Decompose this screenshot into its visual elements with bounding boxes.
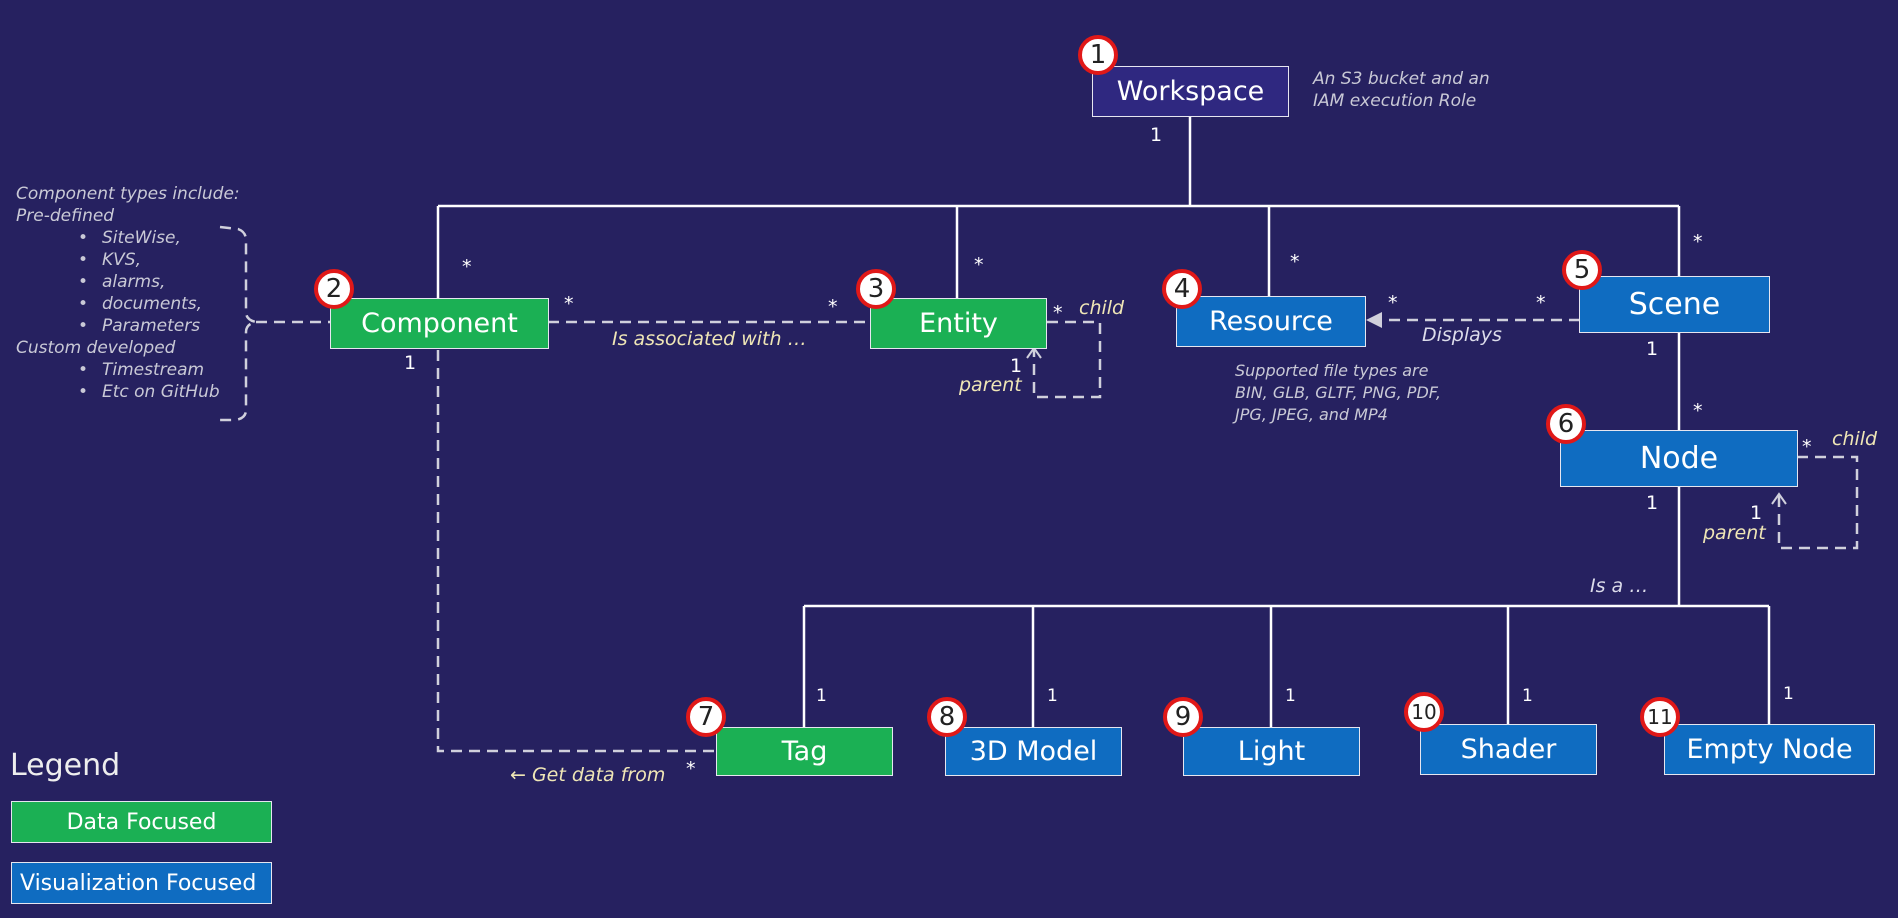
workspace-note-line: IAM execution Role: [1313, 91, 1477, 111]
node-parent-label: parent: [1703, 522, 1766, 544]
scene-box: Scene: [1579, 276, 1770, 333]
mult-shader-top: 1: [1522, 686, 1533, 706]
custom-heading: Custom developed: [16, 338, 176, 358]
legend-visualization-focused-label: Visualization Focused: [20, 870, 257, 896]
predefined-item: SiteWise,: [78, 227, 240, 249]
component-number-badge: 2: [314, 269, 354, 309]
mult-node-child: *: [1802, 436, 1812, 458]
displays-arrowhead: [1366, 312, 1382, 328]
shader-label: Shader: [1460, 734, 1557, 765]
resource-number-badge: 4: [1162, 269, 1202, 309]
light-number-badge: 9: [1163, 697, 1203, 737]
custom-item: Etc on GitHub: [78, 381, 240, 403]
displays-label: Displays: [1422, 324, 1502, 346]
workspace-note-line: An S3 bucket and an: [1313, 69, 1490, 89]
scene-number-badge: 5: [1562, 250, 1602, 290]
mult-component-top: *: [462, 256, 472, 278]
legend-data-focused-label: Data Focused: [66, 809, 217, 835]
mult-component-bottom: 1: [404, 352, 417, 374]
workspace-number-badge: 1: [1078, 35, 1118, 75]
predefined-item: documents,: [78, 293, 240, 315]
empty-node-label: Empty Node: [1686, 734, 1853, 765]
node-box: Node: [1560, 430, 1798, 487]
entity-label: Entity: [919, 308, 998, 339]
empty-node-number-badge: 11: [1640, 697, 1680, 737]
mult-entity-child: *: [1053, 302, 1063, 324]
custom-item: Timestream: [78, 359, 240, 381]
3d-model-number-badge: 8: [927, 697, 967, 737]
predefined-heading: Pre-defined: [16, 206, 115, 226]
tag-number-badge: 7: [686, 697, 726, 737]
entity-child-label: child: [1079, 297, 1125, 319]
mult-3d-model-top: 1: [1047, 686, 1058, 706]
legend-data-focused: Data Focused: [11, 801, 272, 843]
shader-number-badge: 10: [1404, 692, 1444, 732]
shader-box: Shader: [1420, 724, 1597, 775]
workspace-box: Workspace: [1092, 66, 1289, 117]
entity-number-badge: 3: [856, 269, 896, 309]
component-types-note: Component types include: Pre-defined Sit…: [16, 183, 240, 403]
mult-entity-left: *: [828, 296, 838, 318]
mult-tag-left: *: [686, 758, 696, 780]
mult-scene-bottom: 1: [1646, 338, 1659, 360]
tag-label: Tag: [781, 736, 828, 767]
empty-node-box: Empty Node: [1664, 724, 1875, 775]
tag-box: Tag: [716, 727, 893, 776]
predefined-item: alarms,: [78, 271, 240, 293]
mult-scene-top: *: [1693, 231, 1703, 253]
mult-node-parent: 1: [1750, 502, 1763, 524]
get-data-from-label: ← Get data from: [510, 764, 666, 786]
resource-box: Resource: [1176, 296, 1366, 347]
predefined-item: KVS,: [78, 249, 240, 271]
scene-label: Scene: [1628, 287, 1721, 322]
entity-box: Entity: [870, 298, 1047, 349]
mult-empty-node-top: 1: [1783, 684, 1794, 704]
component-label: Component: [361, 308, 518, 339]
legend-title: Legend: [10, 748, 121, 783]
mult-light-top: 1: [1285, 686, 1296, 706]
custom-list: Timestream Etc on GitHub: [16, 359, 240, 403]
light-label: Light: [1237, 736, 1306, 767]
3d-model-label: 3D Model: [969, 736, 1098, 767]
workspace-label: Workspace: [1116, 76, 1265, 107]
node-number-badge: 6: [1546, 404, 1586, 444]
resource-note-line: BIN, GLB, GLTF, PNG, PDF,: [1235, 383, 1441, 402]
mult-scene-left: *: [1536, 292, 1546, 314]
mult-node-bottom: 1: [1646, 492, 1659, 514]
is-a-label: Is a …: [1590, 575, 1649, 597]
3d-model-box: 3D Model: [945, 727, 1122, 776]
workspace-note: An S3 bucket and an IAM execution Role: [1313, 68, 1490, 112]
mult-node-top: *: [1693, 400, 1703, 422]
predefined-item: Parameters: [78, 315, 240, 337]
component-types-heading: Component types include:: [16, 184, 240, 204]
resource-note: Supported file types are BIN, GLB, GLTF,…: [1235, 360, 1441, 426]
entity-parent-label: parent: [959, 374, 1022, 396]
resource-note-line: JPG, JPEG, and MP4: [1235, 405, 1388, 424]
mult-resource-top: *: [1290, 251, 1300, 273]
mult-tag-top: 1: [816, 686, 827, 706]
node-child-label: child: [1832, 428, 1878, 450]
component-box: Component: [330, 298, 549, 349]
resource-label: Resource: [1209, 306, 1333, 337]
component-tag-get-data: [436, 350, 716, 753]
mult-resource-right: *: [1388, 292, 1398, 314]
light-box: Light: [1183, 727, 1360, 776]
mult-workspace-bottom: 1: [1150, 124, 1163, 146]
predefined-list: SiteWise, KVS, alarms, documents, Parame…: [16, 227, 240, 337]
mult-component-right: *: [564, 293, 574, 315]
resource-note-line: Supported file types are: [1235, 361, 1429, 380]
associated-with-label: Is associated with …: [612, 328, 807, 350]
node-label: Node: [1639, 441, 1719, 476]
legend-visualization-focused: Visualization Focused: [11, 862, 272, 904]
mult-entity-top: *: [974, 254, 984, 276]
